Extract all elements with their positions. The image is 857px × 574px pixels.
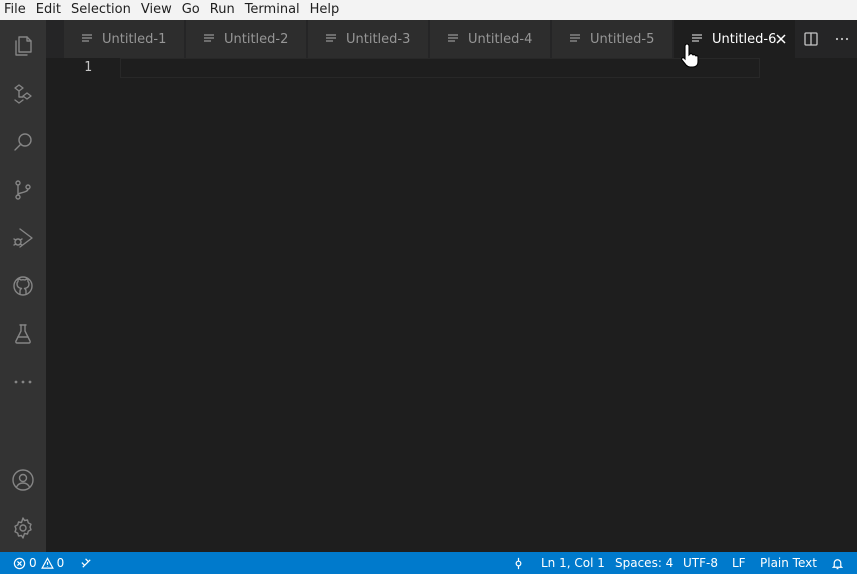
encoding[interactable]: UTF-8 <box>683 552 718 574</box>
tab-untitled-3[interactable]: Untitled-3 <box>308 20 429 58</box>
hand-cursor-icon <box>681 43 699 68</box>
menu-terminal[interactable]: Terminal <box>240 0 305 20</box>
github-button[interactable] <box>0 262 46 310</box>
tab-label: Untitled-2 <box>224 31 289 47</box>
end-of-line[interactable]: LF <box>732 552 746 574</box>
tab-untitled-2[interactable]: Untitled-2 <box>186 20 307 58</box>
explorer-button[interactable] <box>0 22 46 70</box>
search-button[interactable] <box>0 118 46 166</box>
testing-button[interactable] <box>0 310 46 358</box>
menu-help[interactable]: Help <box>305 0 345 20</box>
error-icon <box>13 557 26 569</box>
menu-file[interactable]: File <box>0 0 31 20</box>
testing-icon <box>15 324 31 344</box>
broadcast-icon <box>81 557 91 568</box>
line-gutter <box>46 58 120 552</box>
split-editor-button[interactable] <box>800 28 822 50</box>
broadcast-button[interactable] <box>80 552 93 574</box>
indentation[interactable]: Spaces: 4 <box>615 552 673 574</box>
problems-indicator[interactable]: 0 0 <box>13 552 64 574</box>
warning-count: 0 <box>56 556 65 570</box>
menu-selection[interactable]: Selection <box>66 0 136 20</box>
files-icon <box>15 36 32 56</box>
remote-explorer-button[interactable] <box>0 70 46 118</box>
search-icon <box>14 133 32 151</box>
notifications-button[interactable] <box>831 552 844 574</box>
source-control-icon <box>15 180 31 200</box>
menu-edit[interactable]: Edit <box>31 0 66 20</box>
tab-label: Untitled-5 <box>590 31 655 47</box>
manage-button[interactable] <box>0 504 46 552</box>
more-icon <box>14 380 32 384</box>
git-commit-icon <box>515 557 522 569</box>
close-tab-button[interactable] <box>773 31 789 47</box>
error-count: 0 <box>29 556 37 570</box>
source-control-button[interactable] <box>0 166 46 214</box>
menu-bar: File Edit Selection View Go Run Terminal… <box>0 0 857 20</box>
status-bar: 0 0 Ln 1, Col 1 Spaces: 4 UTF-8 LF Plain… <box>0 552 857 574</box>
tab-label: Untitled-6 <box>712 31 777 47</box>
split-editor-icon <box>803 32 818 46</box>
more-actions-button[interactable] <box>831 28 853 50</box>
vscode-window: File Edit Selection View Go Run Terminal… <box>0 0 857 574</box>
git-commit-button[interactable] <box>512 552 525 574</box>
text-file-icon <box>446 31 462 47</box>
text-file-icon <box>202 31 218 47</box>
tab-label: Untitled-1 <box>102 31 167 47</box>
more-views-button[interactable] <box>0 358 46 406</box>
menu-view[interactable]: View <box>136 0 177 20</box>
run-debug-button[interactable] <box>0 214 46 262</box>
warning-icon <box>40 556 54 569</box>
tab-untitled-4[interactable]: Untitled-4 <box>430 20 551 58</box>
editor-area: Untitled-1 Untitled-2 Untitled-3 Untitle… <box>46 20 857 552</box>
remote-explorer-icon <box>14 84 32 104</box>
text-editor[interactable] <box>120 58 760 78</box>
editor-actions <box>795 20 857 58</box>
account-icon <box>12 469 34 491</box>
text-file-icon <box>324 31 340 47</box>
menu-go[interactable]: Go <box>177 0 205 20</box>
line-number: 1 <box>84 60 92 75</box>
run-debug-icon <box>13 228 33 248</box>
text-file-icon <box>568 31 584 47</box>
bell-icon <box>831 558 844 569</box>
language-mode[interactable]: Plain Text <box>760 552 817 574</box>
tab-bar: Untitled-1 Untitled-2 Untitled-3 Untitle… <box>46 20 857 58</box>
settings-gear-icon <box>14 517 32 539</box>
activity-bar <box>0 20 46 552</box>
tab-label: Untitled-4 <box>468 31 533 47</box>
tab-label: Untitled-3 <box>346 31 411 47</box>
github-icon <box>13 276 33 296</box>
cursor-position[interactable]: Ln 1, Col 1 <box>541 552 605 574</box>
close-icon <box>776 34 786 44</box>
tab-untitled-1[interactable]: Untitled-1 <box>64 20 185 58</box>
ellipsis-icon <box>835 37 848 41</box>
menu-run[interactable]: Run <box>205 0 240 20</box>
text-file-icon <box>80 31 96 47</box>
accounts-button[interactable] <box>0 456 46 504</box>
tab-untitled-5[interactable]: Untitled-5 <box>552 20 673 58</box>
